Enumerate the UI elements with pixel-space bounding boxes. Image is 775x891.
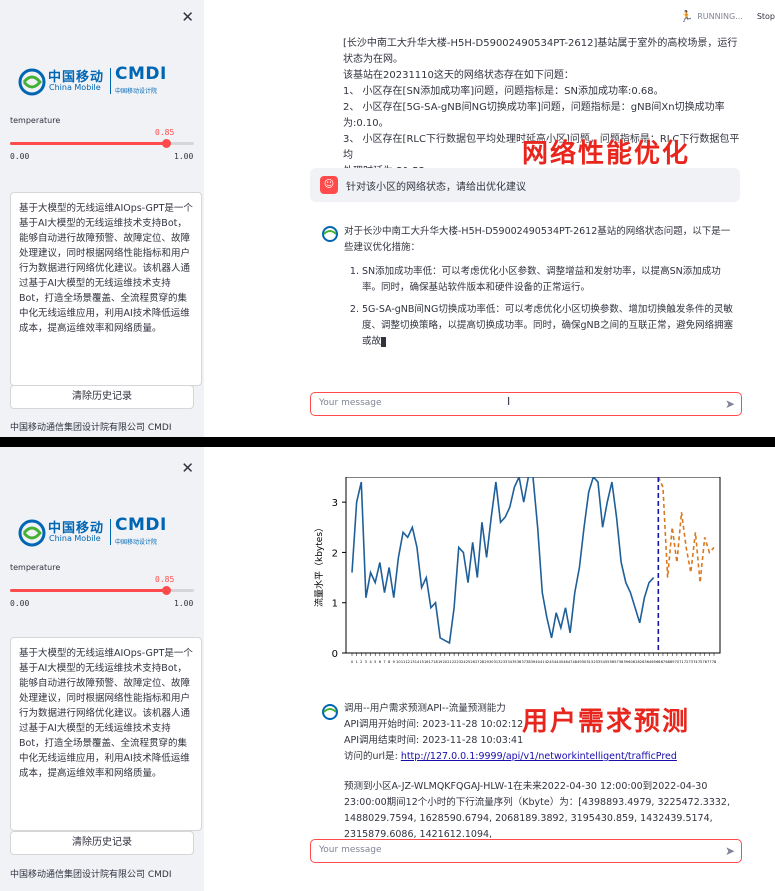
y-tick-label: 3	[332, 498, 338, 509]
send-icon[interactable]: ➤	[725, 844, 735, 858]
api-url-link[interactable]: http://127.0.0.1:9999/api/v1/networkinte…	[401, 751, 677, 762]
slider-fill	[10, 589, 167, 592]
bot-avatar-icon	[322, 226, 338, 242]
logo-en: China Mobile	[49, 83, 101, 92]
x-tick-label: 6	[379, 660, 381, 664]
sidebar: ✕ 中国移动 China Mobile CMDI 中国移动设计院 tempera…	[0, 447, 204, 891]
logo-divider	[110, 68, 111, 94]
temperature-slider[interactable]	[10, 139, 194, 148]
x-tick-label: 4	[369, 660, 372, 664]
footer-company: 中国移动通信集团设计院有限公司 CMDI	[10, 870, 172, 880]
close-icon[interactable]: ✕	[181, 8, 194, 26]
y-tick-label: 1	[332, 599, 338, 610]
logo: 中国移动 China Mobile CMDI 中国移动设计院	[18, 62, 188, 102]
stop-button[interactable]: Stop	[757, 12, 775, 21]
temperature-slider[interactable]	[10, 586, 194, 595]
historical-traffic-line	[351, 477, 655, 645]
status-line: 2、 小区存在[5G-SA-gNB间NG切换成功率]问题，问题指标是：gNB间X…	[343, 102, 725, 129]
y-tick-label: 0	[332, 649, 338, 660]
panel-demand-prediction: ✕ 中国移动 China Mobile CMDI 中国移动设计院 tempera…	[0, 447, 775, 891]
clear-history-button[interactable]: 清除历史记录	[10, 831, 194, 855]
text-cursor-icon: I	[507, 395, 511, 408]
x-tick-label: 1	[356, 660, 358, 664]
chat-input-box[interactable]: ➤	[310, 392, 742, 416]
sidebar: ✕ 中国移动 China Mobile CMDI 中国移动设计院 tempera…	[0, 0, 204, 437]
status-line: 该基站在20231110这天的网络状态存在如下问题：	[343, 70, 574, 81]
suggestion-list: SN添加成功率低：可以考虑优化小区参数、调整增益和发射功率，以提高SN添加成功率…	[344, 264, 734, 350]
bot-intro: 对于长沙中南工大升华大楼-H5H-D59002490534PT-2612基站的网…	[344, 226, 731, 253]
chat-input[interactable]	[317, 844, 711, 856]
overlay-title-network: 网络性能优化	[522, 139, 691, 169]
slider-max: 1.00	[174, 599, 194, 608]
clear-history-button[interactable]: 清除历史记录	[10, 385, 194, 409]
china-mobile-logo-icon	[18, 519, 46, 547]
slider-fill	[10, 142, 167, 145]
logo-cmdi-sub: 中国移动设计院	[115, 88, 158, 95]
assistant-message-suggestions: 对于长沙中南工大升华大楼-H5H-D59002490534PT-2612基站的网…	[344, 224, 734, 356]
close-icon[interactable]: ✕	[181, 459, 194, 477]
y-axis-label: 流量水平（kbytes）	[313, 523, 325, 607]
slider-min: 0.00	[10, 599, 30, 608]
traffic-prediction-chart: 0123流量水平（kbytes）0 1 2 3 4 5 6 7 8 9 10 11 12 13 14 15 16…	[313, 477, 721, 664]
temperature-value: 0.85	[155, 575, 175, 584]
user-message: ☺ 针对该小区的网络状态，请给出优化建议	[310, 168, 740, 202]
x-tick-label: 0	[351, 660, 353, 664]
user-message-text: 针对该小区的网络状态，请给出优化建议	[346, 182, 526, 193]
y-tick-label: 2	[332, 548, 338, 559]
footer-company: 中国移动通信集团设计院有限公司 CMDI	[10, 423, 172, 433]
slider-thumb[interactable]	[162, 586, 172, 595]
temperature-value: 0.85	[155, 128, 175, 137]
logo-cmdi: CMDI	[115, 515, 167, 535]
suggestion-item: SN添加成功率低：可以考虑优化小区参数、调整增益和发射功率，以提高SN添加成功率…	[362, 264, 734, 296]
description-textarea[interactable]: 基于大模型的无线运维AIOps-GPT是一个基于AI大模型的无线运维技术支持Bo…	[10, 192, 202, 386]
screenshot-divider	[0, 437, 775, 447]
temperature-label: temperature	[10, 116, 61, 125]
slider-min: 0.00	[10, 152, 30, 161]
predicted-traffic-line	[657, 477, 715, 583]
x-tick-label: 5	[374, 660, 376, 664]
x-tick-label: 2	[360, 660, 362, 664]
x-tick-label: 7	[383, 660, 385, 664]
status-line: [长沙中南工大升华大楼-H5H-D59002490534PT-2612]基站属于…	[343, 38, 738, 65]
overlay-title-prediction: 用户需求预测	[522, 707, 691, 737]
suggestion-item: 5G-SA-gNB间NG切换成功率低：可以考虑优化小区切换参数、增加切换触发条件…	[362, 302, 734, 350]
logo-cmdi-sub: 中国移动设计院	[115, 539, 158, 546]
typing-cursor	[381, 336, 387, 347]
plot-frame	[345, 477, 721, 654]
running-icon: 🏃	[679, 10, 694, 23]
description-textarea[interactable]: 基于大模型的无线运维AIOps-GPT是一个基于AI大模型的无线运维技术支持Bo…	[10, 637, 202, 831]
slider-thumb[interactable]	[162, 139, 172, 148]
logo: 中国移动 China Mobile CMDI 中国移动设计院	[18, 513, 188, 553]
chat-main: 🏃 RUNNING... Stop [长沙中南工大升华大楼-H5H-D59002…	[204, 0, 775, 437]
logo-en: China Mobile	[49, 534, 101, 543]
running-status: 🏃 RUNNING... Stop	[680, 10, 775, 23]
url-label: 访问的url是:	[344, 751, 398, 762]
status-line: 1、 小区存在[SN添加成功率]问题，问题指标是：SN添加成功率:0.68。	[343, 86, 664, 97]
temperature-label: temperature	[10, 563, 61, 572]
send-icon[interactable]: ➤	[725, 397, 735, 411]
prediction-text: 预测到小区A-JZ-WLMQKFQGAJ-HLW-1在未来2022-04-30 …	[344, 781, 730, 840]
logo-cmdi: CMDI	[115, 64, 167, 84]
panel-network-optimization: ✕ 中国移动 China Mobile CMDI 中国移动设计院 tempera…	[0, 0, 775, 437]
x-tick-label: 3	[365, 660, 367, 664]
api-url-line: 访问的url是: http://127.0.0.1:9999/api/v1/ne…	[344, 749, 744, 765]
bot-avatar-icon	[322, 704, 338, 720]
chat-input[interactable]	[317, 397, 711, 409]
logo-divider	[110, 519, 111, 545]
running-text: RUNNING...	[697, 12, 743, 21]
slider-max: 1.00	[174, 152, 194, 161]
china-mobile-logo-icon	[18, 68, 46, 96]
chat-main: 0 1 2 3 流量水平（kbytes） 0 1 2 3 4 5 6 7 8 9 10 11 12 13 14 15 16…	[204, 447, 775, 891]
user-avatar-icon: ☺	[320, 176, 338, 194]
chat-input-box[interactable]: ➤	[310, 839, 742, 863]
x-tick-label: 9	[393, 660, 395, 664]
x-tick-label: 78	[712, 660, 716, 664]
x-tick-label: 8	[388, 660, 390, 664]
